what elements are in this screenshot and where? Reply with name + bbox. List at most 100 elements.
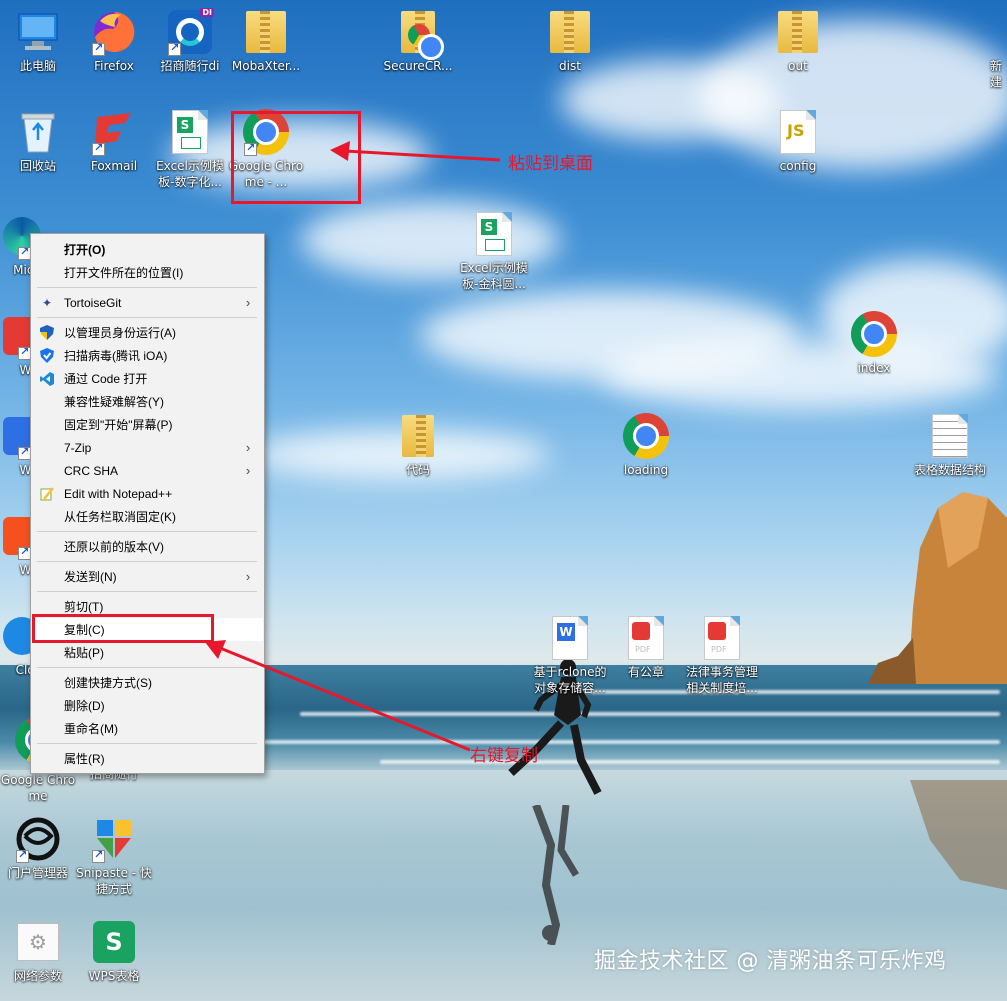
menu-item-open-with-code[interactable]: 通过 Code 打开: [32, 367, 263, 390]
menu-item-label: TortoiseGit: [64, 295, 122, 310]
menu-item-label: 创建快捷方式(S): [64, 676, 152, 690]
menu-item-pin-to-start[interactable]: 固定到"开始"屏幕(P): [32, 413, 263, 436]
menu-item-properties[interactable]: 属性(R): [32, 747, 263, 770]
menu-item-label: 7-Zip: [64, 440, 92, 455]
icon-label: 回收站: [19, 159, 56, 173]
icon-label: 招商随行di: [160, 59, 220, 73]
menu-item-label: 粘贴(P): [64, 646, 104, 660]
desktop-icon-excel-template-2[interactable]: S Excel示例模板-金科圆...: [456, 210, 532, 292]
desktop-icon-portal-manager[interactable]: 门户管理器: [0, 815, 76, 881]
menu-item-scan-virus[interactable]: 扫描病毒(腾讯 iOA): [32, 344, 263, 367]
menu-item-label: 还原以前的版本(V): [64, 540, 164, 554]
menu-item-label: 以管理员身份运行(A): [64, 326, 176, 340]
menu-item-run-as-admin[interactable]: 以管理员身份运行(A): [32, 321, 263, 344]
zip-folder-icon: [546, 8, 594, 56]
vscode-icon: [39, 371, 55, 387]
folder-icon: [242, 8, 290, 56]
folder-chrome-icon: [394, 8, 444, 60]
icon-label: config: [779, 159, 817, 173]
annotation-paste-to-desktop: 粘贴到桌面: [508, 154, 593, 174]
desktop-icon-loading[interactable]: loading: [608, 412, 684, 478]
pdf-file-icon: PDF: [698, 614, 746, 662]
icon-label: 网络参数: [13, 969, 62, 983]
desktop-icon-recycle-bin[interactable]: 回收站: [0, 108, 76, 174]
desktop-icon-rclone-doc[interactable]: W 基于rclone的对象存储容...: [532, 614, 608, 696]
desktop-icon-firefox[interactable]: Firefox: [76, 8, 152, 74]
icon-label: 新建: [990, 59, 1003, 89]
icon-label: 表格数据结构: [913, 463, 986, 477]
menu-item-unpin-taskbar[interactable]: 从任务栏取消固定(K): [32, 505, 263, 528]
desktop-icon-out[interactable]: out: [760, 8, 836, 74]
menu-item-crc-sha[interactable]: CRC SHA ›: [32, 459, 263, 482]
recycle-bin-icon: [14, 108, 62, 156]
text-file-icon: [926, 412, 974, 460]
desktop-icon-network-params[interactable]: ⚙ 网络参数: [0, 918, 76, 984]
desktop-icon-table-structure[interactable]: 表格数据结构: [912, 412, 988, 478]
rock-formation: [868, 492, 1007, 684]
desktop-icon-foxmail[interactable]: Foxmail: [76, 108, 152, 174]
wps-sheet-file-icon: S: [166, 108, 214, 156]
ioa-shield-icon: [39, 348, 55, 364]
watermark: 掘金技术社区 @ 清粥油条可乐炸鸡: [594, 949, 947, 974]
foxmail-icon: [90, 108, 138, 156]
desktop-icon-official-seal-pdf[interactable]: PDF 有公章: [608, 614, 684, 680]
desktop-icon-index[interactable]: index: [836, 310, 912, 376]
desktop-icon-config[interactable]: JS config: [760, 108, 836, 174]
desktop-icon-dist[interactable]: dist: [532, 8, 608, 74]
firefox-icon: [90, 8, 138, 56]
desktop-icon-snipaste[interactable]: Snipaste - 快捷方式: [76, 815, 152, 897]
icon-label: dist: [559, 59, 581, 73]
desktop-icon-mobaxterm[interactable]: MobaXter...: [228, 8, 304, 74]
menu-item-tortoisegit[interactable]: ✦ TortoiseGit ›: [32, 291, 263, 314]
menu-item-label: Edit with Notepad++: [64, 486, 173, 501]
icon-label: Google Chrome: [0, 773, 76, 803]
menu-item-label: 剪切(T): [64, 600, 104, 614]
icon-label: 有公章: [627, 665, 664, 679]
desktop-icon-code-folder[interactable]: 代码: [380, 412, 456, 478]
wps-sheet-file-icon: S: [470, 210, 518, 258]
menu-item-paste[interactable]: 粘贴(P): [32, 641, 263, 664]
desktop-icon-wps-sheets[interactable]: S WPS表格: [76, 918, 152, 984]
menu-item-send-to[interactable]: 发送到(N) ›: [32, 565, 263, 588]
desktop-icon-zhaoshang-di[interactable]: DI 招商随行di: [152, 8, 228, 74]
icon-label: 此电脑: [19, 59, 56, 73]
pdf-file-icon: PDF: [622, 614, 670, 662]
menu-item-create-shortcut[interactable]: 创建快捷方式(S): [32, 671, 263, 694]
icon-label: 基于rclone的对象存储容...: [533, 665, 607, 695]
chevron-right-icon: ›: [245, 569, 251, 584]
menu-item-restore-previous[interactable]: 还原以前的版本(V): [32, 535, 263, 558]
menu-item-label: 兼容性疑难解答(Y): [64, 395, 164, 409]
icon-label: WPS表格: [88, 969, 140, 983]
copy-highlight-box: [32, 614, 214, 643]
wps-word-file-icon: W: [546, 614, 594, 662]
menu-item-label: 删除(D): [64, 699, 105, 713]
desktop-icon-legal-training-pdf[interactable]: PDF 法律事务管理相关制度培...: [684, 614, 760, 696]
menu-item-delete[interactable]: 删除(D): [32, 694, 263, 717]
chrome-icon: [622, 412, 670, 460]
zip-folder-icon: [774, 8, 822, 56]
desktop-icon-this-pc[interactable]: 此电脑: [0, 8, 76, 74]
desktop-icon-securecrt[interactable]: SecureCR...: [380, 8, 456, 74]
gear-file-icon: ⚙: [14, 918, 62, 966]
icon-label: Snipaste - 快捷方式: [76, 866, 152, 896]
menu-item-label: 通过 Code 打开: [64, 372, 148, 386]
menu-item-open-file-location[interactable]: 打开文件所在的位置(I): [32, 261, 263, 284]
menu-item-label: CRC SHA: [64, 463, 119, 478]
desktop-icon-excel-template-1[interactable]: S Excel示例模板-数字化...: [152, 108, 228, 190]
zip-folder-icon: [394, 412, 442, 460]
menu-item-rename[interactable]: 重命名(M): [32, 717, 263, 740]
context-menu: 打开(O) 打开文件所在的位置(I) ✦ TortoiseGit › 以管理员身份运…: [30, 233, 265, 774]
portal-manager-icon: [14, 815, 62, 863]
icon-label: index: [857, 361, 891, 375]
icon-label: MobaXter...: [231, 59, 301, 73]
desktop-icon-new[interactable]: 新建: [960, 8, 1007, 90]
icon-label: Excel示例模板-数字化...: [156, 159, 224, 189]
menu-item-open[interactable]: 打开(O): [32, 238, 263, 261]
menu-item-compat-troubleshoot[interactable]: 兼容性疑难解答(Y): [32, 390, 263, 413]
menu-item-label: 重命名(M): [64, 722, 118, 736]
shield-icon: [39, 325, 55, 341]
snipaste-icon: [90, 815, 138, 863]
paste-highlight-box: [231, 111, 361, 204]
menu-item-7zip[interactable]: 7-Zip ›: [32, 436, 263, 459]
menu-item-edit-notepadpp[interactable]: Edit with Notepad++: [32, 482, 263, 505]
